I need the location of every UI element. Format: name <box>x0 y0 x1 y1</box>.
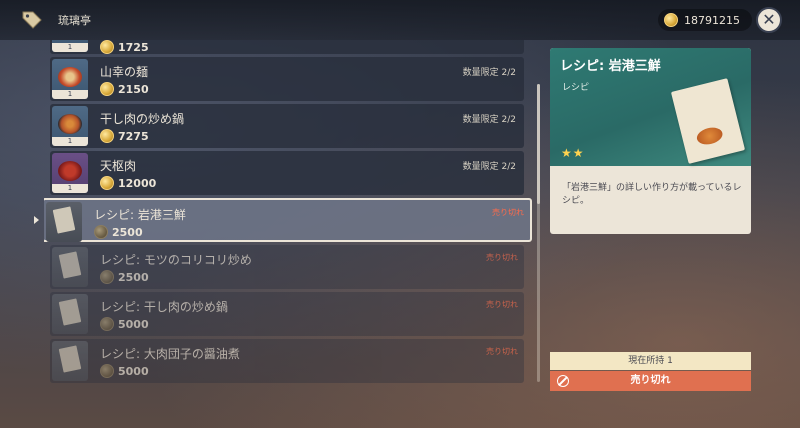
sold-out-label: 売り切れ <box>492 208 524 217</box>
list-item[interactable]: 1 干し肉の炒め鍋 7275 数量限定 2/2 <box>50 104 524 148</box>
item-price: 5000 <box>100 364 149 378</box>
item-name: レシピ: 大肉団子の醤油煮 <box>100 347 240 361</box>
item-name: レシピ: モツのコリコリ炒め <box>100 253 252 267</box>
owned-count: 現在所持 1 <box>550 352 751 370</box>
mora-coin-icon <box>100 317 114 331</box>
sold-out-label: 売り切れ <box>486 300 518 309</box>
rarity-stars: ★★ <box>561 146 585 160</box>
detail-category: レシピ <box>562 83 590 93</box>
item-price: 2150 <box>100 82 149 96</box>
currency-display: 18791215 <box>658 9 752 31</box>
item-name: 天枢肉 <box>100 159 137 173</box>
braised-meat-icon: 1 <box>52 153 88 193</box>
noodle-dish-icon: 1 <box>52 59 88 99</box>
mora-coin-icon <box>100 176 114 190</box>
item-price: 2500 <box>94 225 143 239</box>
mora-coin-icon <box>100 40 114 54</box>
item-price: 12000 <box>100 176 156 190</box>
sold-out-label: 売り切れ <box>486 253 518 262</box>
close-icon: ✕ <box>762 10 776 29</box>
recipe-icon <box>46 202 82 242</box>
close-button[interactable]: ✕ <box>756 7 782 33</box>
top-bar: 琉璃亭 18791215 ✕ <box>0 0 800 40</box>
detail-title: レシピ: 岩港三鮮 <box>560 59 661 74</box>
item-name: 干し肉の炒め鍋 <box>100 112 185 126</box>
mora-coin-icon <box>94 225 108 239</box>
item-name: レシピ: 岩港三鮮 <box>94 208 186 222</box>
shop-item-list[interactable]: 1 1725 1 山幸の麺 2150 数量限定 2/2 1 干し肉の炒め鍋 72… <box>44 40 534 428</box>
stock-limit: 数量限定 2/2 <box>462 162 516 172</box>
item-thumbnail: 1 <box>52 40 88 52</box>
detail-description: 「岩港三鮮」の詳しい作り方が載っているレシピ。 <box>562 183 742 206</box>
ban-icon <box>557 375 569 387</box>
recipe-icon <box>52 294 88 334</box>
item-price: 5000 <box>100 317 149 331</box>
list-item-partial[interactable]: 1 1725 <box>50 40 524 54</box>
stock-limit: 数量限定 2/2 <box>462 68 516 78</box>
mora-coin-icon <box>100 82 114 96</box>
sold-out-label: 売り切れ <box>486 347 518 356</box>
list-item[interactable]: 1 山幸の麺 2150 数量限定 2/2 <box>50 57 524 101</box>
currency-amount: 18791215 <box>684 13 740 27</box>
item-price: 7275 <box>100 129 149 143</box>
mora-coin-icon <box>100 270 114 284</box>
list-item-selected[interactable]: レシピ: 岩港三鮮 2500 売り切れ <box>44 198 532 242</box>
item-detail-panel: レシピ: 岩港三鮮 レシピ ★★ 「岩港三鮮」の詳しい作り方が載っているレシピ。 <box>550 48 751 234</box>
mora-coin-icon <box>100 364 114 378</box>
list-item[interactable]: レシピ: 大肉団子の醤油煮 5000 売り切れ <box>50 339 524 383</box>
mora-coin-icon <box>100 129 114 143</box>
item-price: 2500 <box>100 270 149 284</box>
list-scrollbar-thumb[interactable] <box>537 84 540 204</box>
list-item[interactable]: レシピ: モツのコリコリ炒め 2500 売り切れ <box>50 245 524 289</box>
list-item[interactable]: 1 天枢肉 12000 数量限定 2/2 <box>50 151 524 195</box>
recipe-icon <box>670 78 746 164</box>
mora-coin-icon <box>664 13 678 27</box>
stir-fry-pot-icon: 1 <box>52 106 88 146</box>
recipe-icon <box>52 247 88 287</box>
item-price: 1725 <box>100 40 149 54</box>
item-name: レシピ: 干し肉の炒め鍋 <box>100 300 228 314</box>
detail-header: レシピ: 岩港三鮮 レシピ ★★ <box>550 48 751 166</box>
stock-limit: 数量限定 2/2 <box>462 115 516 125</box>
sold-out-button[interactable]: 売り切れ <box>550 371 751 391</box>
selection-arrow-icon <box>34 216 39 224</box>
price-tag-icon <box>22 11 42 29</box>
shop-name: 琉璃亭 <box>58 14 91 27</box>
item-name: 山幸の麺 <box>100 65 149 79</box>
recipe-icon <box>52 341 88 381</box>
list-item[interactable]: レシピ: 干し肉の炒め鍋 5000 売り切れ <box>50 292 524 336</box>
